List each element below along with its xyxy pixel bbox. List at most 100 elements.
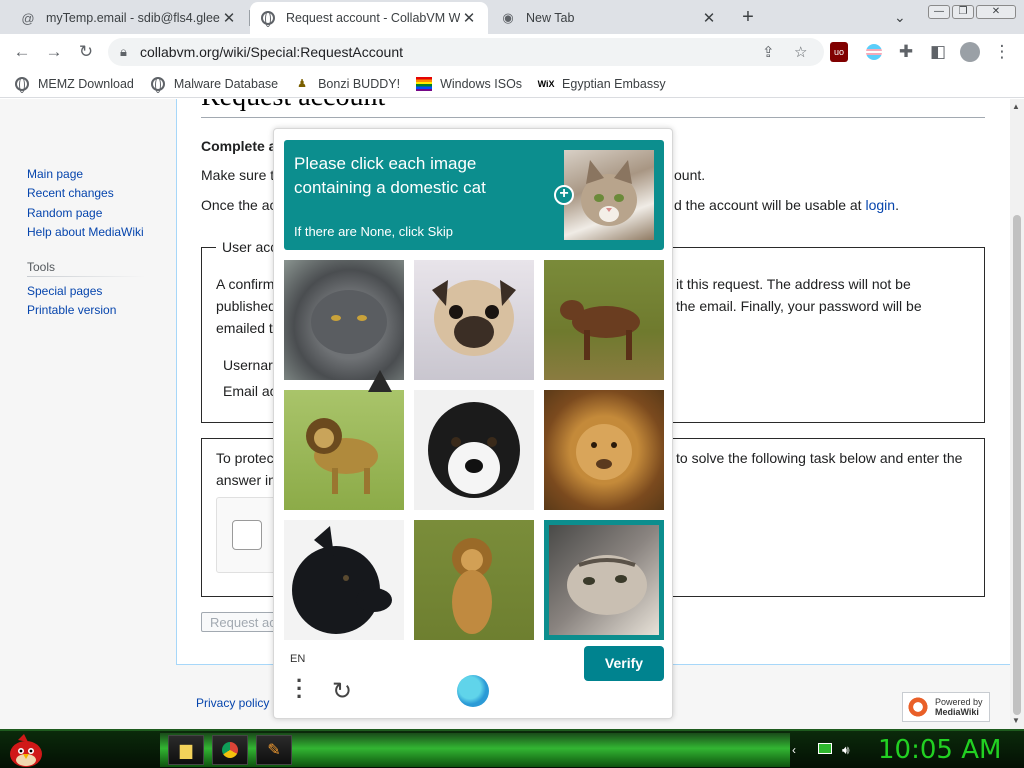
extension-flag-icon[interactable]: [862, 40, 886, 64]
close-tab-icon[interactable]: ✕: [700, 9, 718, 27]
tab-strip: @ myTemp.email - sdib@fls4.gleeze.com ✕ …: [0, 0, 1024, 34]
bookmark-label: Windows ISOs: [440, 76, 523, 91]
sidebar-link-main-page[interactable]: Main page: [27, 167, 83, 181]
challenge-tile-3[interactable]: [544, 260, 664, 380]
maximize-icon[interactable]: ❐: [952, 5, 974, 19]
language-selector[interactable]: EN: [290, 653, 305, 665]
intro-text-left: Make sure t: [201, 167, 275, 183]
minimize-icon[interactable]: —: [928, 5, 950, 19]
challenge-subtext: If there are None, click Skip: [294, 224, 453, 239]
instruction-text: d the account will be usable at: [674, 197, 862, 213]
challenge-tile-2[interactable]: [414, 260, 534, 380]
taskbar: ▆ ✎ ‹ 🔊︎ 10:05 AM: [0, 729, 1024, 768]
request-account-button[interactable]: Request ac: [201, 612, 281, 632]
side-panel-icon[interactable]: ◧: [926, 40, 950, 64]
mediawiki-logo-icon: [907, 696, 929, 718]
challenge-tile-9-selected[interactable]: [544, 520, 664, 640]
sidebar-link-recent-changes[interactable]: Recent changes: [27, 186, 114, 200]
tab-request-account[interactable]: Request account - CollabVM Wiki ✕: [250, 2, 488, 34]
lock-icon[interactable]: 🔒︎: [120, 44, 134, 60]
extensions-puzzle-icon[interactable]: ✚: [894, 40, 918, 64]
challenge-tile-7[interactable]: [284, 520, 404, 640]
bookmark-star-icon[interactable]: ☆: [794, 43, 807, 61]
sidebar-link-printable-version[interactable]: Printable version: [27, 303, 116, 317]
bookmarks-bar: MEMZ Download Malware Database ♟ Bonzi B…: [0, 70, 1024, 98]
challenge-tile-6[interactable]: [544, 390, 664, 510]
refresh-challenge-icon[interactable]: ↻: [332, 677, 352, 706]
url-text: collabvm.org/wiki/Special:RequestAccount: [140, 44, 404, 60]
page-scrollbar[interactable]: ▲ ▼: [1010, 99, 1024, 729]
wix-icon: WiX: [537, 78, 555, 89]
close-tab-icon[interactable]: ✕: [460, 9, 478, 27]
back-button[interactable]: ←: [10, 40, 34, 64]
tabby-cat-image: [567, 555, 647, 615]
bookmark-label: MEMZ Download: [38, 76, 134, 91]
scroll-down-icon[interactable]: ▼: [1012, 716, 1020, 725]
at-sign-icon: @: [21, 10, 35, 26]
folder-icon: ▆: [179, 742, 193, 759]
profile-avatar-icon[interactable]: [958, 40, 982, 64]
challenge-menu-icon[interactable]: · · ·: [296, 670, 303, 708]
tray-volume-icon[interactable]: 🔊︎: [842, 743, 850, 758]
scroll-up-icon[interactable]: ▲: [1012, 102, 1020, 111]
footer-privacy-link[interactable]: Privacy policy: [196, 696, 269, 710]
globe-icon: [260, 10, 276, 27]
tab-new-tab[interactable]: ◉ New Tab ✕: [490, 2, 728, 34]
brown-dog-walking-image: [560, 300, 640, 360]
expand-sample-icon[interactable]: +: [554, 185, 574, 205]
menu-kebab-icon[interactable]: ⋮: [990, 40, 1014, 64]
chrome-icon: ◉: [502, 10, 514, 25]
challenge-tile-1[interactable]: [284, 260, 404, 380]
taskbar-clock[interactable]: 10:05 AM: [878, 735, 1001, 765]
tab-title: Request account - CollabVM Wiki: [286, 11, 460, 25]
bookmark-bonzi-buddy[interactable]: ♟ Bonzi BUDDY!: [294, 76, 400, 92]
reload-button[interactable]: ↻: [74, 40, 98, 64]
rainbow-flag-icon: [416, 76, 433, 92]
ublock-icon[interactable]: uo: [830, 42, 848, 62]
fieldset-text: A confirm: [216, 276, 275, 292]
bookmark-windows-isos[interactable]: Windows ISOs: [416, 76, 522, 92]
taskbar-chrome[interactable]: [212, 735, 248, 765]
sidebar-link-help[interactable]: Help about MediaWiki: [27, 225, 144, 239]
tray-network-icon[interactable]: [818, 743, 832, 757]
window-controls: — ❐ ✕: [926, 3, 1016, 19]
challenge-header: Please click each image containing a dom…: [284, 140, 664, 250]
bookmark-egyptian-embassy[interactable]: WiX Egyptian Embassy: [538, 76, 666, 92]
close-window-icon[interactable]: ✕: [976, 5, 1016, 19]
fieldset-text: published: [216, 298, 276, 314]
login-link[interactable]: login: [865, 197, 895, 213]
sample-cat-image: [564, 150, 654, 240]
hcaptcha-checkbox[interactable]: [232, 520, 262, 550]
start-button[interactable]: [6, 732, 46, 768]
address-bar[interactable]: 🔒︎ collabvm.org/wiki/Special:RequestAcco…: [108, 38, 824, 66]
taskbar-paint[interactable]: ✎: [256, 735, 292, 765]
powered-by-mediawiki-badge[interactable]: Powered by MediaWiki: [902, 692, 990, 722]
verify-button[interactable]: Verify: [584, 646, 664, 681]
lion-sitting-image: [452, 538, 492, 634]
challenge-tile-5[interactable]: [414, 390, 534, 510]
powered-by-text: Powered by: [935, 697, 983, 707]
tab-title: myTemp.email - sdib@fls4.gleeze.com: [46, 11, 220, 25]
forward-button[interactable]: →: [42, 40, 66, 64]
browser-toolbar: ← → ↻ 🔒︎ collabvm.org/wiki/Special:Reque…: [0, 34, 1024, 70]
globe-icon: [14, 76, 30, 93]
tab-search-icon[interactable]: ⌄: [894, 9, 906, 26]
lion-face-image: [576, 424, 632, 480]
tray-chevron-icon[interactable]: ‹: [792, 743, 796, 757]
challenge-tile-4[interactable]: [284, 390, 404, 510]
scroll-thumb[interactable]: [1013, 215, 1021, 715]
tab-mytemp-email[interactable]: @ myTemp.email - sdib@fls4.gleeze.com ✕: [10, 2, 248, 34]
sidebar-link-random-page[interactable]: Random page: [27, 206, 102, 220]
sidebar-link-special-pages[interactable]: Special pages: [27, 284, 102, 298]
taskbar-glow: [160, 733, 790, 767]
bookmark-malware-database[interactable]: Malware Database: [150, 76, 278, 93]
challenge-tile-8[interactable]: [414, 520, 534, 640]
close-tab-icon[interactable]: ✕: [220, 9, 238, 27]
hcaptcha-logo-icon[interactable]: [457, 675, 489, 707]
taskbar-file-explorer[interactable]: ▆: [168, 735, 204, 765]
new-tab-button[interactable]: +: [736, 4, 760, 30]
share-icon[interactable]: ⇪: [762, 43, 775, 61]
fieldset-text: the email. Finally, your password will b…: [676, 298, 922, 314]
username-label: Usernar: [223, 357, 273, 373]
bookmark-memz[interactable]: MEMZ Download: [14, 76, 134, 93]
